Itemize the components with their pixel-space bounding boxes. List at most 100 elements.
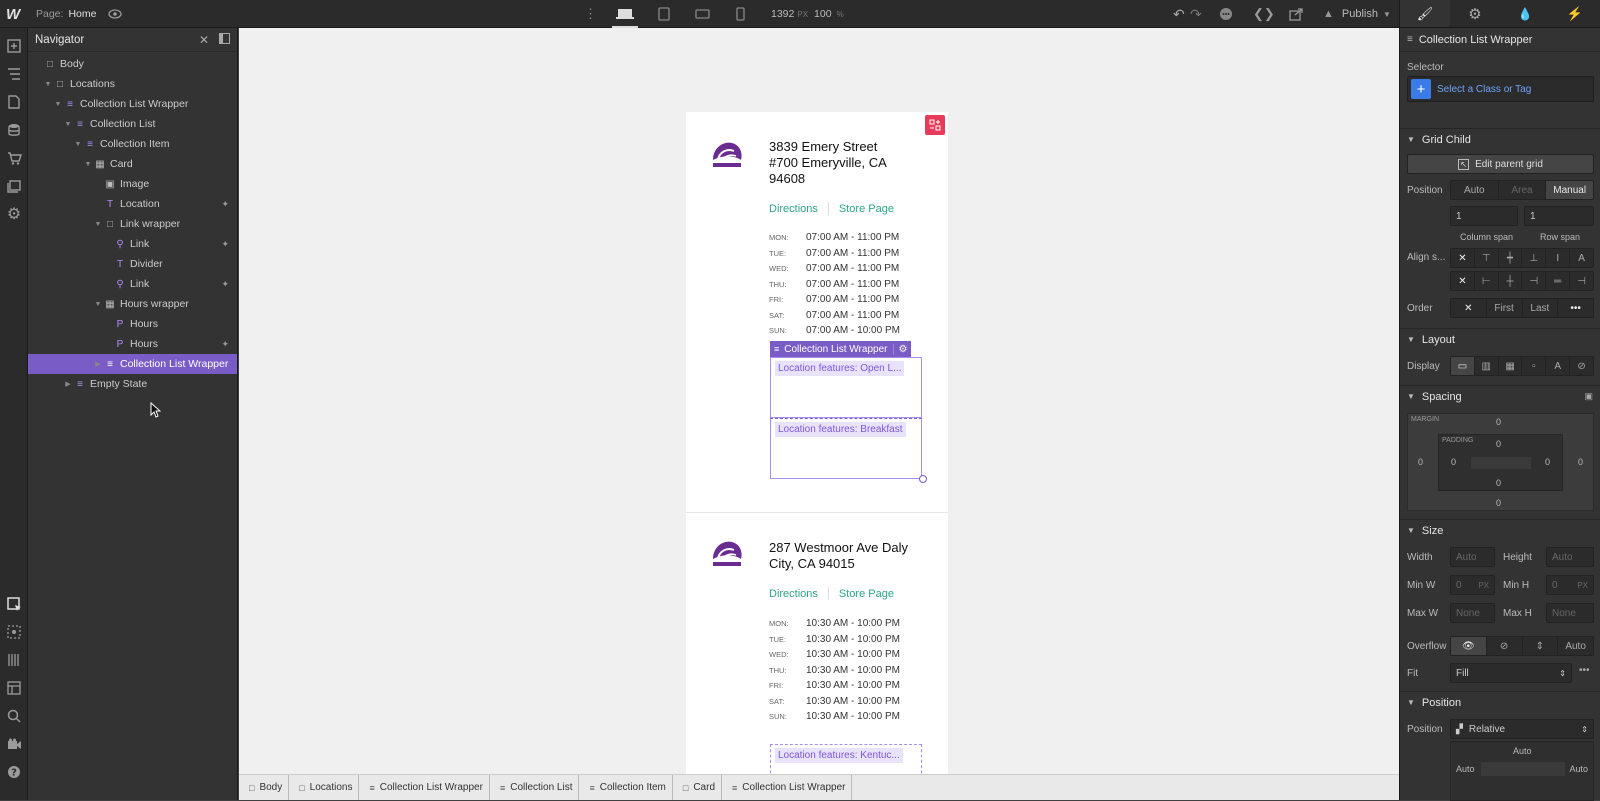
style-brush-icon[interactable]: 🖌 bbox=[1400, 0, 1450, 27]
breadcrumb-item[interactable]: ≡ Collection Item bbox=[579, 775, 673, 800]
justify-start-icon[interactable]: ⊢ bbox=[1475, 272, 1499, 290]
edit-image-badge-icon[interactable] bbox=[925, 115, 945, 135]
more-options-icon[interactable]: ••• bbox=[1558, 299, 1593, 317]
margin-bottom-value[interactable]: 0 bbox=[1496, 498, 1501, 508]
overflow-hidden-icon[interactable]: ⊘ bbox=[1487, 637, 1523, 655]
overflow-auto-option[interactable]: Auto bbox=[1558, 637, 1593, 655]
selector-input[interactable]: + Select a Class or Tag bbox=[1407, 76, 1594, 102]
caret-down-icon[interactable]: ▼ bbox=[93, 301, 103, 308]
tree-item[interactable]: ⚲ Link ✦ bbox=[28, 234, 237, 254]
caret-down-icon[interactable]: ▼ bbox=[73, 141, 83, 148]
pages-icon[interactable] bbox=[0, 88, 28, 116]
preview-select-icon[interactable] bbox=[0, 618, 28, 646]
size-section-header[interactable]: ▼ Size bbox=[1400, 519, 1600, 541]
breadcrumb-item[interactable]: ≡ Collection List Wrapper bbox=[359, 775, 490, 800]
ecommerce-cart-icon[interactable] bbox=[0, 144, 28, 172]
tree-item[interactable]: ▼ ≡ Collection List Wrapper bbox=[28, 94, 237, 114]
display-block-icon[interactable]: ▭ bbox=[1451, 357, 1475, 375]
margin-box[interactable]: MARGIN 0 0 0 0 PADDING 0 0 0 0 bbox=[1407, 413, 1594, 511]
padding-right-value[interactable]: 0 bbox=[1545, 457, 1550, 467]
select-tool-icon[interactable] bbox=[0, 590, 28, 618]
tree-item[interactable]: ▶ ≡ Empty State bbox=[28, 374, 237, 394]
settings-gear-icon[interactable]: ⚙ bbox=[0, 200, 28, 228]
caret-down-icon[interactable]: ▼ bbox=[63, 121, 73, 128]
min-width-input[interactable]: 0 PX bbox=[1450, 575, 1495, 595]
tree-item[interactable]: ⚲ Link ✦ bbox=[28, 274, 237, 294]
webflow-logo[interactable]: W bbox=[6, 0, 20, 28]
height-input[interactable]: Auto bbox=[1546, 547, 1594, 567]
align-stretch-icon[interactable]: Ι bbox=[1546, 249, 1571, 267]
edit-parent-grid-button[interactable]: ↖ Edit parent grid bbox=[1407, 154, 1594, 174]
interactions-bolt-icon[interactable]: ⚡ bbox=[1550, 0, 1600, 27]
breadcrumb-item[interactable]: □ Body bbox=[239, 775, 290, 800]
undo-icon[interactable]: ↶ bbox=[1173, 0, 1185, 28]
row-span-input[interactable]: 1 bbox=[1524, 206, 1594, 226]
store-page-link[interactable]: Store Page bbox=[839, 203, 894, 215]
tree-item[interactable]: ▼ ▦ Card bbox=[28, 154, 237, 174]
order-first-option[interactable]: First bbox=[1487, 299, 1523, 317]
order-buttons[interactable]: ✕ First Last ••• bbox=[1450, 298, 1594, 318]
spacing-expand-icon[interactable]: ▣ bbox=[1584, 391, 1593, 402]
tree-item[interactable]: ▶ ≡ Collection List Wrapper bbox=[28, 354, 237, 374]
display-grid-icon[interactable]: ▦ bbox=[1499, 357, 1523, 375]
caret-down-icon[interactable]: ▼ bbox=[43, 81, 53, 88]
mobile-portrait-icon[interactable] bbox=[733, 0, 747, 28]
position-area-option[interactable]: Area bbox=[1499, 181, 1547, 199]
cms-database-icon[interactable] bbox=[0, 116, 28, 144]
padding-box[interactable]: PADDING 0 0 0 0 bbox=[1438, 434, 1563, 491]
margin-right-value[interactable]: 0 bbox=[1578, 457, 1583, 467]
display-inline-icon[interactable]: A bbox=[1546, 357, 1571, 375]
justify-end-icon[interactable]: ⊣ bbox=[1522, 272, 1547, 290]
fit-select[interactable]: Fill ⇕ bbox=[1450, 663, 1572, 683]
element-settings-icon[interactable]: ⚙ bbox=[1450, 0, 1500, 27]
publish-button[interactable]: ▲ Publish ▼ bbox=[1323, 0, 1391, 28]
style-manager-drops-icon[interactable]: 💧 bbox=[1500, 0, 1550, 27]
search-icon[interactable] bbox=[0, 702, 28, 730]
order-none-icon[interactable]: ✕ bbox=[1451, 299, 1487, 317]
breadcrumb-item[interactable]: □ Locations bbox=[289, 775, 360, 800]
min-height-input[interactable]: 0 PX bbox=[1546, 575, 1594, 595]
breadcrumb-item[interactable]: □ Card bbox=[673, 775, 723, 800]
video-tutorials-icon[interactable] bbox=[0, 730, 28, 758]
align-self-vertical-buttons[interactable]: ✕ ⊤ ┿ ⊥ Ι A bbox=[1450, 248, 1594, 268]
preview-eye-icon[interactable] bbox=[107, 0, 123, 28]
resize-handle[interactable] bbox=[919, 475, 927, 483]
more-options-icon[interactable]: ••• bbox=[1579, 665, 1590, 676]
margin-top-value[interactable]: 0 bbox=[1496, 417, 1501, 427]
caret-down-icon[interactable]: ▼ bbox=[83, 161, 93, 168]
feature-item[interactable]: Location features: Breakfast bbox=[770, 418, 922, 479]
caret-down-icon[interactable]: ▼ bbox=[93, 221, 103, 228]
overflow-scroll-icon[interactable]: ⇕ bbox=[1523, 637, 1559, 655]
store-page-link[interactable]: Store Page bbox=[839, 588, 894, 600]
width-input[interactable]: Auto bbox=[1450, 547, 1495, 567]
tree-item[interactable]: ▣ Image bbox=[28, 174, 237, 194]
feature-item[interactable]: Location features: Open L... bbox=[770, 357, 922, 418]
grid-overlay-icon[interactable] bbox=[0, 646, 28, 674]
layout-audit-icon[interactable] bbox=[0, 674, 28, 702]
feature-item[interactable]: Location features: Kentuc... bbox=[770, 744, 922, 774]
tree-item[interactable]: T Divider bbox=[28, 254, 237, 274]
grid-child-section-header[interactable]: ▼ Grid Child bbox=[1400, 128, 1600, 150]
tree-item[interactable]: ▼ ▦ Hours wrapper bbox=[28, 294, 237, 314]
selected-element-label[interactable]: ≡ Collection List Wrapper ⚙ bbox=[770, 341, 912, 357]
padding-left-value[interactable]: 0 bbox=[1451, 457, 1456, 467]
display-flex-icon[interactable]: ▥ bbox=[1475, 357, 1499, 375]
caret-right-icon[interactable]: ▶ bbox=[63, 380, 73, 388]
position-manual-option[interactable]: Manual bbox=[1546, 181, 1593, 199]
tree-item[interactable]: □ Body bbox=[28, 54, 237, 74]
align-end-icon[interactable]: ⊥ bbox=[1522, 249, 1547, 267]
margin-left-value[interactable]: 0 bbox=[1418, 457, 1423, 467]
tree-item[interactable]: ▼ □ Locations bbox=[28, 74, 237, 94]
caret-down-icon[interactable]: ▼ bbox=[53, 101, 63, 108]
max-width-input[interactable]: None bbox=[1450, 603, 1495, 623]
justify-baseline-icon[interactable]: ⊣ bbox=[1570, 272, 1593, 290]
position-right-value[interactable]: Auto bbox=[1569, 764, 1588, 774]
position-auto-option[interactable]: Auto bbox=[1451, 181, 1499, 199]
directions-link[interactable]: Directions bbox=[769, 203, 818, 215]
desktop-breakpoint-icon[interactable] bbox=[612, 0, 638, 28]
align-none-icon[interactable]: ✕ bbox=[1451, 249, 1475, 267]
directions-link[interactable]: Directions bbox=[769, 588, 818, 600]
design-canvas[interactable]: 3839 Emery Street #700 Emeryville, CA 94… bbox=[239, 28, 1399, 774]
tree-item[interactable]: ▼ ≡ Collection Item bbox=[28, 134, 237, 154]
overflow-buttons[interactable]: 👁 ⊘ ⇕ Auto bbox=[1450, 636, 1594, 656]
